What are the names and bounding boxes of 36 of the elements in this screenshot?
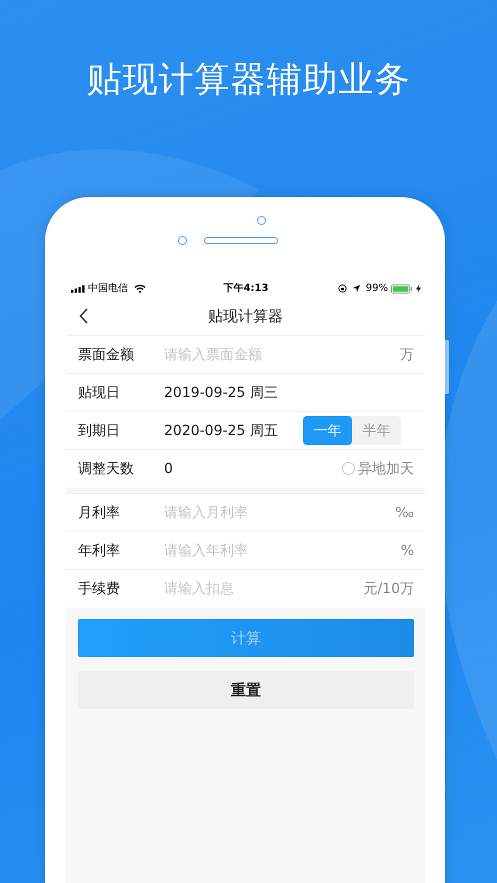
unit-label: 元/10万 — [363, 580, 414, 598]
field-label: 调整天数 — [78, 460, 135, 478]
status-time: 下午4:13 — [224, 282, 268, 294]
field-label: 到期日 — [78, 422, 121, 440]
unit-label: 万 — [400, 346, 414, 364]
reset-button[interactable]: 重置 — [78, 671, 414, 709]
speaker-icon — [204, 237, 278, 244]
battery-percent: 99% — [366, 282, 388, 294]
field-label: 贴现日 — [78, 384, 121, 402]
unit-label: ‰ — [395, 504, 414, 520]
headline: 贴现计算器辅助业务 — [86, 59, 412, 102]
input-field[interactable]: 请输入年利率 — [164, 542, 401, 558]
unit-label: % — [400, 542, 414, 558]
radio-button[interactable] — [342, 462, 355, 475]
charging-icon — [416, 284, 421, 293]
field-label: 票面金额 — [78, 346, 135, 364]
date-value[interactable]: 2020-09-25 周五 — [164, 422, 303, 440]
field-label: 手续费 — [78, 580, 121, 598]
location-icon — [352, 284, 361, 293]
days-value[interactable]: 0 — [164, 460, 342, 476]
input-field[interactable]: 请输入扣息 — [164, 580, 364, 596]
input-field[interactable]: 请输入票面金额 — [164, 346, 400, 362]
screen-title: 贴现计算器 — [208, 306, 283, 326]
radio-label: 异地加天 — [358, 460, 414, 478]
sensor-icon — [178, 236, 186, 245]
field-label: 月利率 — [78, 504, 121, 522]
wifi-icon — [134, 284, 146, 293]
back-icon[interactable] — [79, 308, 89, 324]
input-field[interactable]: 请输入月利率 — [164, 504, 396, 520]
signal-icon — [71, 284, 85, 292]
battery-icon — [391, 284, 413, 294]
field-label: 年利率 — [78, 542, 121, 560]
date-value[interactable]: 2019-09-25 周三 — [164, 384, 414, 402]
carrier-text: 中国电信 — [88, 282, 128, 294]
camera-icon — [256, 216, 266, 225]
lock-rotation-icon — [338, 284, 347, 293]
